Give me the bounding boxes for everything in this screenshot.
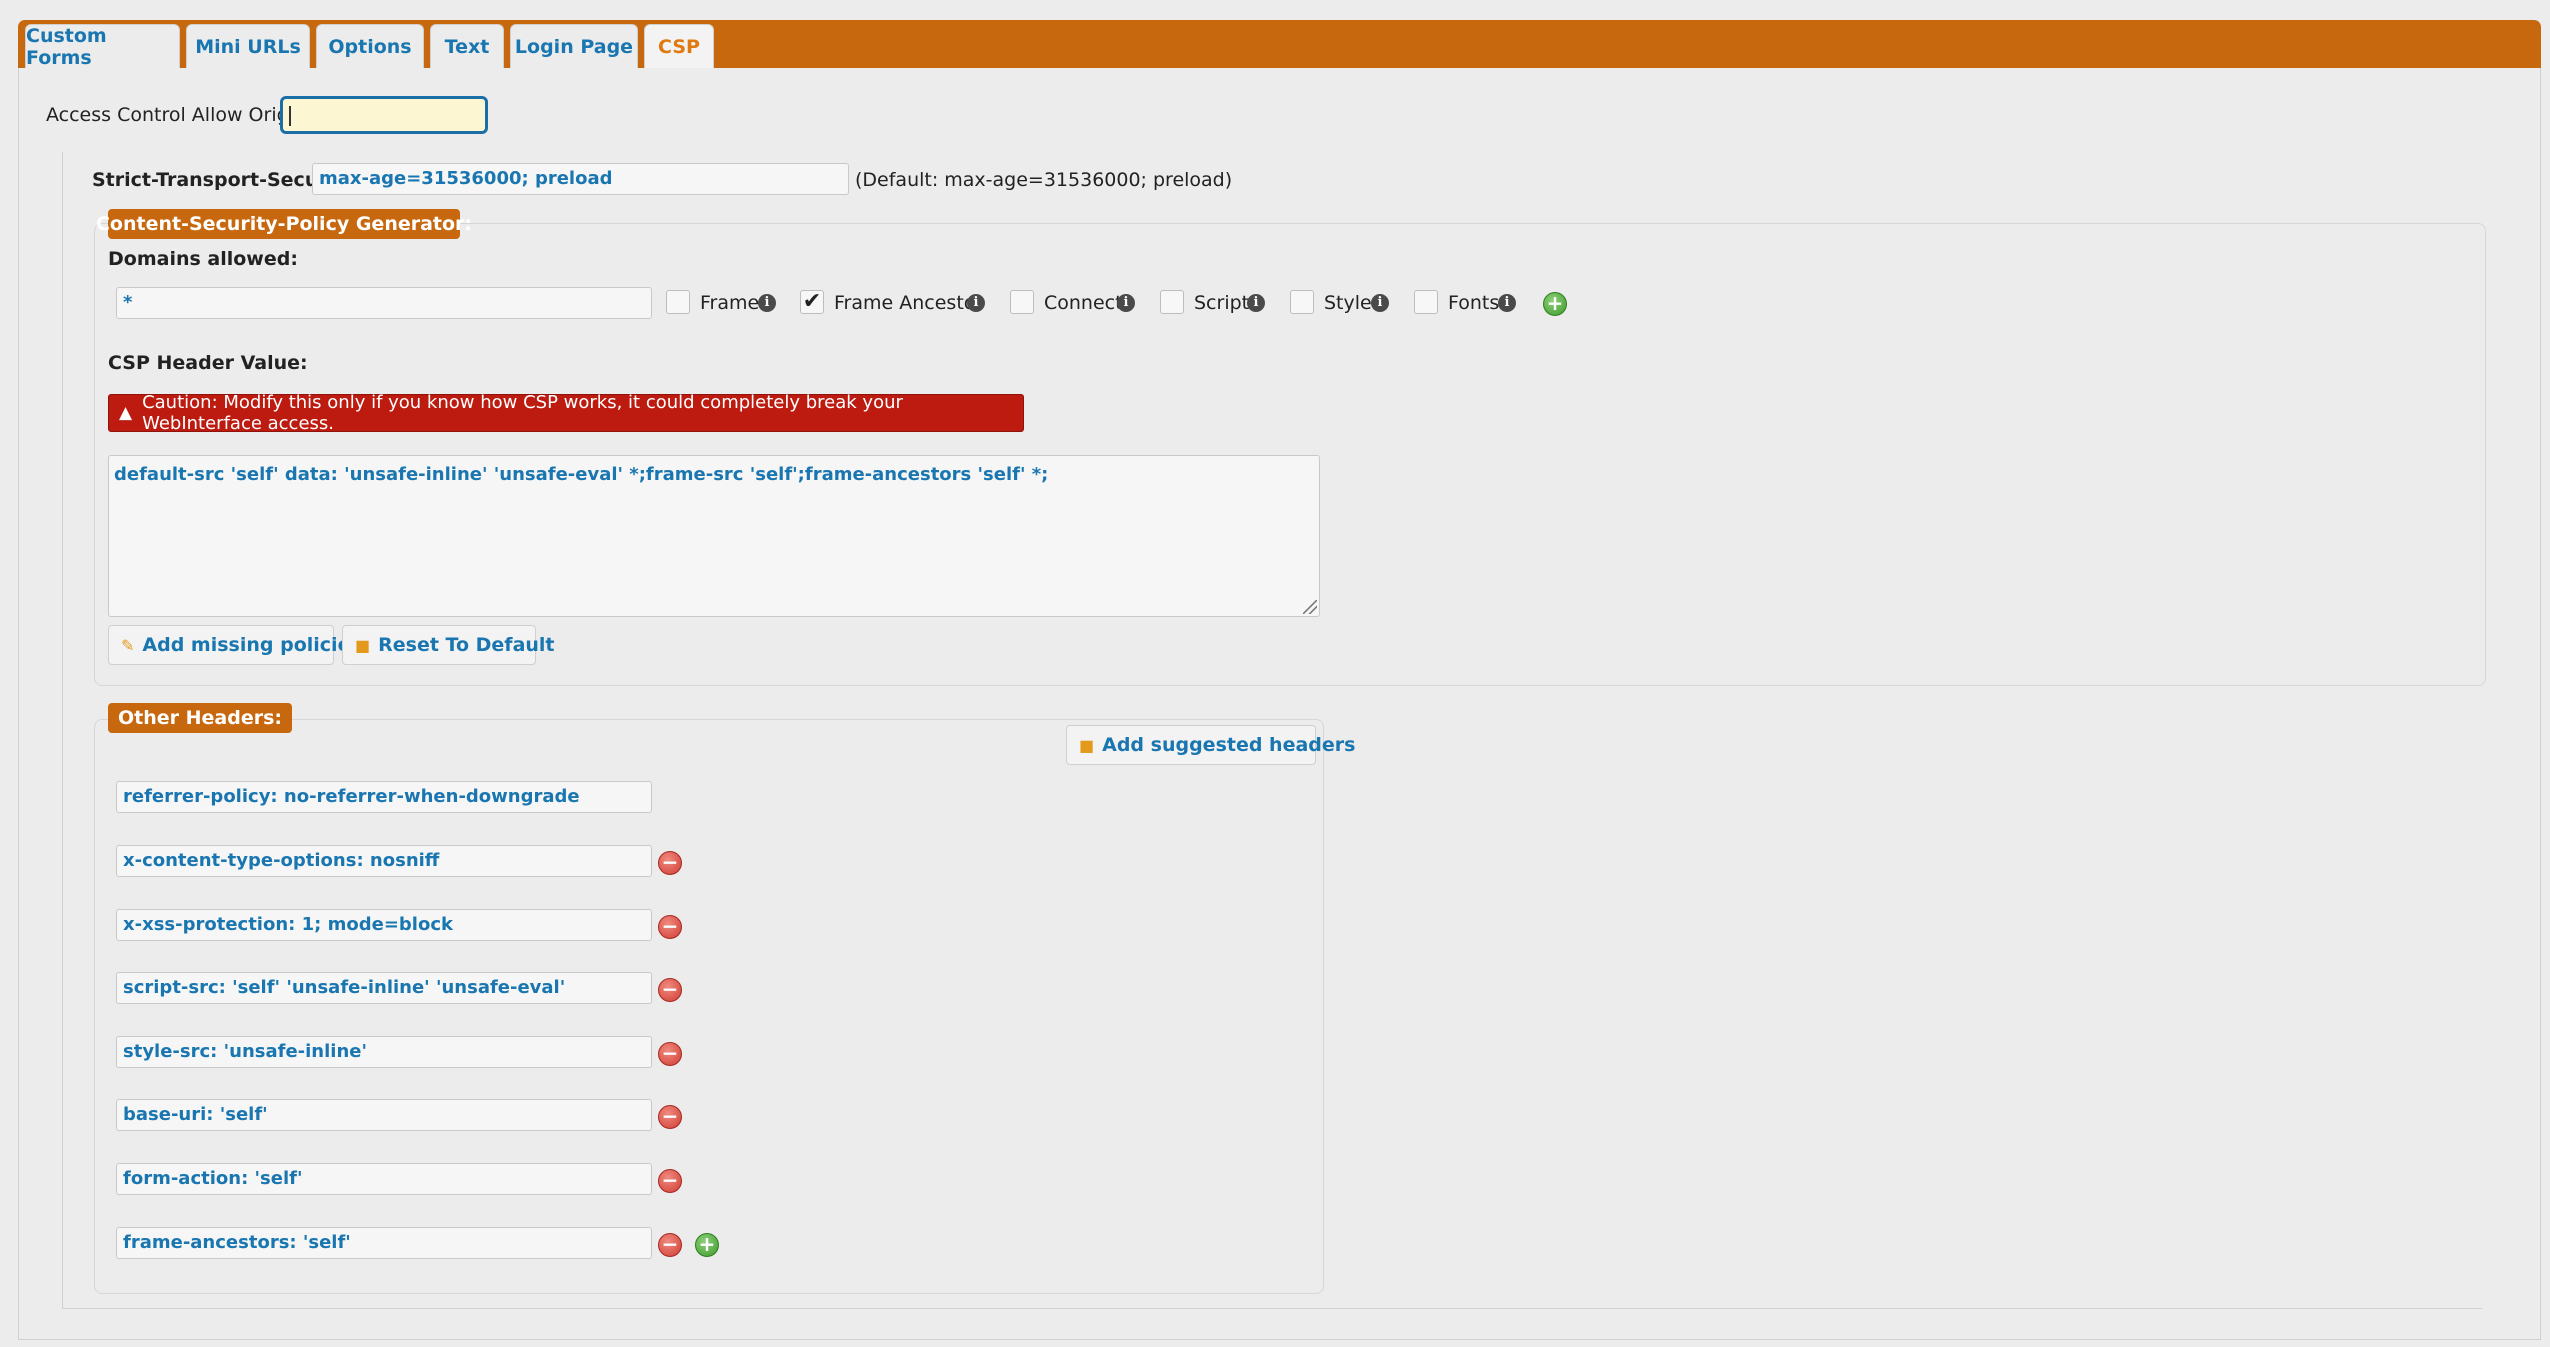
header-input[interactable]: script-src: 'self' 'unsafe-inline' 'unsa… (116, 972, 652, 1004)
script-label: Script (1194, 292, 1250, 314)
header-input[interactable]: referrer-policy: no-referrer-when-downgr… (116, 781, 652, 813)
add-header-icon[interactable]: + (695, 1233, 719, 1257)
reset-to-default-label: Reset To Default (378, 634, 555, 656)
frame-checkbox[interactable] (666, 290, 690, 314)
sts-input[interactable]: max-age=31536000; preload (312, 163, 849, 195)
remove-header-icon[interactable]: − (658, 1042, 682, 1066)
other-headers-legend: Other Headers: (108, 703, 292, 733)
domains-allowed-label: Domains allowed: (108, 248, 298, 270)
folder-icon: ■ (1079, 735, 1095, 755)
remove-header-icon[interactable]: − (658, 851, 682, 875)
frame-ancestor-checkbox[interactable]: ✔ (800, 290, 824, 314)
tab-custom-forms[interactable]: Custom Forms (25, 24, 180, 69)
add-domain-icon[interactable]: + (1543, 292, 1567, 316)
script-checkbox[interactable] (1160, 290, 1184, 314)
fonts-label: Fonts (1448, 292, 1500, 314)
csp-generator-legend: Content-Security-Policy Generator: (96, 209, 472, 239)
csp-header-textarea[interactable]: default-src 'self' data: 'unsafe-inline'… (108, 455, 1320, 617)
caution-text: Caution: Modify this only if you know ho… (142, 392, 903, 434)
tab-mini-urls[interactable]: Mini URLs (186, 24, 310, 68)
tab-options[interactable]: Options (316, 24, 424, 68)
tab-csp[interactable]: CSP (644, 24, 714, 68)
folder-icon: ■ (355, 635, 371, 655)
csp-header-value: default-src 'self' data: 'unsafe-inline'… (114, 464, 1049, 485)
tab-login-page[interactable]: Login Page (510, 24, 638, 68)
remove-header-icon[interactable]: − (658, 915, 682, 939)
header-input[interactable]: style-src: 'unsafe-inline' (116, 1036, 652, 1068)
frame-ancestor-label: Frame Ancestor (834, 292, 984, 314)
script-info-icon[interactable]: i (1247, 294, 1265, 312)
tab-text[interactable]: Text (430, 24, 504, 68)
header-input[interactable]: form-action: 'self' (116, 1163, 652, 1195)
fonts-checkbox[interactable] (1414, 290, 1438, 314)
frame-info-icon[interactable]: i (758, 294, 776, 312)
domain-input[interactable]: * (116, 287, 652, 319)
add-missing-policies-button[interactable]: ✎ Add missing policies (108, 625, 362, 665)
add-missing-policies-label: Add missing policies (142, 634, 362, 656)
header-input[interactable]: frame-ancestors: 'self' (116, 1227, 652, 1259)
connect-label: Connect (1044, 292, 1123, 314)
add-suggested-headers-button[interactable]: ■ Add suggested headers (1066, 725, 1355, 765)
style-label: Style (1324, 292, 1372, 314)
fonts-info-icon[interactable]: i (1498, 294, 1516, 312)
remove-header-icon[interactable]: − (658, 1169, 682, 1193)
header-input[interactable]: x-content-type-options: nosniff (116, 845, 652, 877)
wrench-icon: ✎ (121, 635, 135, 655)
add-suggested-headers-label: Add suggested headers (1102, 734, 1356, 756)
warning-icon: ▲ (119, 403, 133, 423)
caution-banner: ▲ Caution: Modify this only if you know … (108, 392, 1024, 434)
header-input[interactable]: x-xss-protection: 1; mode=block (116, 909, 652, 941)
reset-to-default-button[interactable]: ■ Reset To Default (342, 625, 555, 665)
sts-default-note: (Default: max-age=31536000; preload) (855, 169, 1233, 191)
connect-checkbox[interactable] (1010, 290, 1034, 314)
style-checkbox[interactable] (1290, 290, 1314, 314)
tab-bar: Custom Forms Mini URLs Options Text Logi… (18, 20, 2541, 69)
header-input[interactable]: base-uri: 'self' (116, 1099, 652, 1131)
remove-header-icon[interactable]: − (658, 1105, 682, 1129)
remove-header-icon[interactable]: − (658, 978, 682, 1002)
remove-header-icon[interactable]: − (658, 1233, 682, 1257)
connect-info-icon[interactable]: i (1117, 294, 1135, 312)
csp-header-value-label: CSP Header Value: (108, 352, 308, 374)
frame-label: Frame (700, 292, 760, 314)
access-control-label: Access Control Allow Origin: (46, 104, 313, 126)
access-control-input[interactable] (280, 96, 488, 134)
resize-grip-icon[interactable] (1303, 600, 1317, 614)
frame-ancestor-info-icon[interactable]: i (967, 294, 985, 312)
style-info-icon[interactable]: i (1371, 294, 1389, 312)
